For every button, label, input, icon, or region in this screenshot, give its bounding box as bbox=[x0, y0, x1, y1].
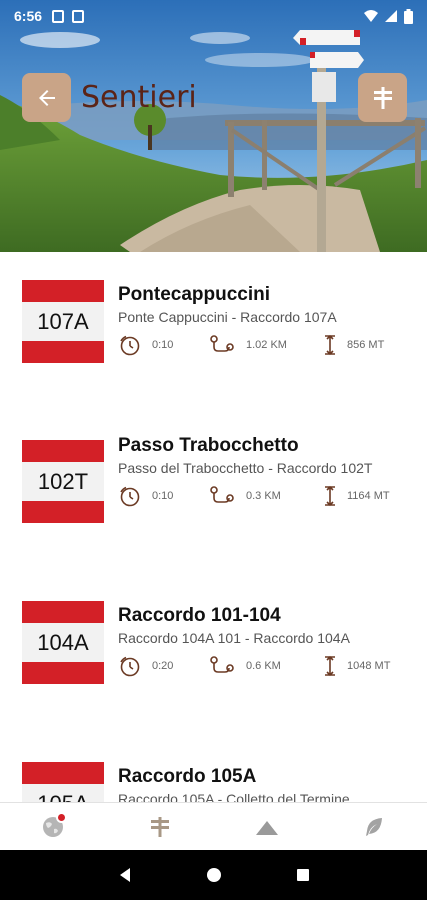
trail-stats: 0:10 1.02 KM 856 MT bbox=[118, 333, 408, 357]
stopwatch-icon bbox=[120, 656, 140, 677]
landscape-image bbox=[0, 0, 427, 252]
trail-stats: 0:10 0.3 KM 1164 MT bbox=[118, 484, 408, 508]
system-home-icon[interactable] bbox=[206, 867, 222, 883]
system-recents-icon[interactable] bbox=[295, 867, 311, 883]
altitude-stat: 856 MT bbox=[323, 333, 384, 357]
nav-item-trails[interactable] bbox=[130, 803, 190, 851]
altitude-icon bbox=[325, 485, 335, 507]
trail-code: 102T bbox=[22, 462, 104, 501]
sim-icon bbox=[72, 9, 85, 23]
arrow-left-icon bbox=[38, 89, 55, 106]
distance-stat: 0.6 KM bbox=[208, 654, 323, 678]
duration-stat: 0:20 bbox=[118, 654, 208, 678]
duration-value: 0:10 bbox=[152, 490, 174, 502]
nav-item-nature[interactable] bbox=[344, 803, 404, 851]
trail-route: Passo del Trabocchetto - Raccordo 102T bbox=[118, 460, 373, 476]
nav-item-map[interactable] bbox=[23, 803, 83, 851]
altitude-value: 1048 MT bbox=[347, 660, 391, 672]
status-time: 6:56 bbox=[14, 8, 43, 24]
route-icon bbox=[210, 656, 234, 673]
trail-row[interactable]: 102T Passo Trabocchetto Passo del Traboc… bbox=[0, 435, 427, 570]
notification-badge bbox=[56, 811, 68, 823]
trail-route: Ponte Cappuccini - Raccordo 107A bbox=[118, 309, 337, 325]
signpost-filter-button[interactable] bbox=[358, 73, 407, 122]
altitude-icon bbox=[325, 655, 335, 677]
back-button[interactable] bbox=[22, 73, 71, 122]
trail-info: Raccordo 101-104 Raccordo 104A 101 - Rac… bbox=[118, 605, 408, 678]
distance-value: 0.6 KM bbox=[246, 660, 281, 672]
stopwatch-icon bbox=[120, 486, 140, 507]
trail-code: 107A bbox=[22, 302, 104, 341]
trail-route: Raccordo 105A - Colletto del Termine bbox=[118, 791, 350, 802]
leaf-icon bbox=[365, 817, 382, 836]
trail-row[interactable]: 105A Raccordo 105A Raccordo 105A - Colle… bbox=[0, 762, 427, 802]
system-back-icon[interactable] bbox=[117, 867, 133, 883]
duration-stat: 0:10 bbox=[118, 333, 208, 357]
trail-info: Pontecappuccini Ponte Cappuccini - Racco… bbox=[118, 284, 408, 357]
system-navigation-bar bbox=[0, 850, 427, 900]
status-bar: 6:56 bbox=[0, 0, 427, 32]
battery-icon bbox=[404, 8, 413, 24]
trail-route: Raccordo 104A 101 - Raccordo 104A bbox=[118, 630, 350, 646]
distance-value: 0.3 KM bbox=[246, 490, 281, 502]
altitude-icon bbox=[325, 334, 335, 356]
notification-icon bbox=[52, 9, 65, 23]
trail-info: Passo Trabocchetto Passo del Trabocchett… bbox=[118, 435, 408, 508]
distance-stat: 1.02 KM bbox=[208, 333, 323, 357]
page-title: Sentieri bbox=[81, 80, 197, 115]
trail-name: Raccordo 105A bbox=[118, 766, 257, 787]
trail-badge: 104A bbox=[22, 601, 104, 684]
trail-name: Pontecappuccini bbox=[118, 284, 271, 305]
duration-stat: 0:10 bbox=[118, 484, 208, 508]
duration-value: 0:20 bbox=[152, 660, 174, 672]
wifi-icon bbox=[364, 10, 378, 22]
trail-list[interactable]: 107A Pontecappuccini Ponte Cappuccini - … bbox=[0, 252, 427, 802]
signpost-icon bbox=[151, 816, 170, 837]
trail-badge: 102T bbox=[22, 440, 104, 523]
altitude-stat: 1164 MT bbox=[323, 484, 390, 508]
bottom-navigation bbox=[0, 802, 427, 850]
trail-name: Raccordo 101-104 bbox=[118, 605, 281, 626]
trail-code: 104A bbox=[22, 623, 104, 662]
hero-header: 6:56 Sentieri bbox=[0, 0, 427, 252]
trail-name: Passo Trabocchetto bbox=[118, 435, 299, 456]
distance-value: 1.02 KM bbox=[246, 339, 287, 351]
altitude-stat: 1048 MT bbox=[323, 654, 390, 678]
distance-stat: 0.3 KM bbox=[208, 484, 323, 508]
trail-row[interactable]: 107A Pontecappuccini Ponte Cappuccini - … bbox=[0, 280, 427, 410]
altitude-value: 1164 MT bbox=[347, 490, 390, 502]
route-icon bbox=[210, 486, 234, 503]
mountain-icon bbox=[255, 820, 278, 835]
signpost-icon bbox=[373, 86, 392, 109]
trail-info: Raccordo 105A Raccordo 105A - Colletto d… bbox=[118, 766, 408, 802]
signal-icon bbox=[385, 10, 397, 22]
nav-item-mountains[interactable] bbox=[237, 803, 297, 851]
trail-row[interactable]: 104A Raccordo 101-104 Raccordo 104A 101 … bbox=[0, 601, 427, 731]
trail-badge: 105A bbox=[22, 762, 104, 802]
altitude-value: 856 MT bbox=[347, 339, 385, 351]
route-icon bbox=[210, 335, 234, 352]
trail-badge: 107A bbox=[22, 280, 104, 363]
trail-stats: 0:20 0.6 KM 1048 MT bbox=[118, 654, 408, 678]
trail-code: 105A bbox=[22, 784, 104, 802]
duration-value: 0:10 bbox=[152, 339, 174, 351]
stopwatch-icon bbox=[120, 335, 140, 356]
